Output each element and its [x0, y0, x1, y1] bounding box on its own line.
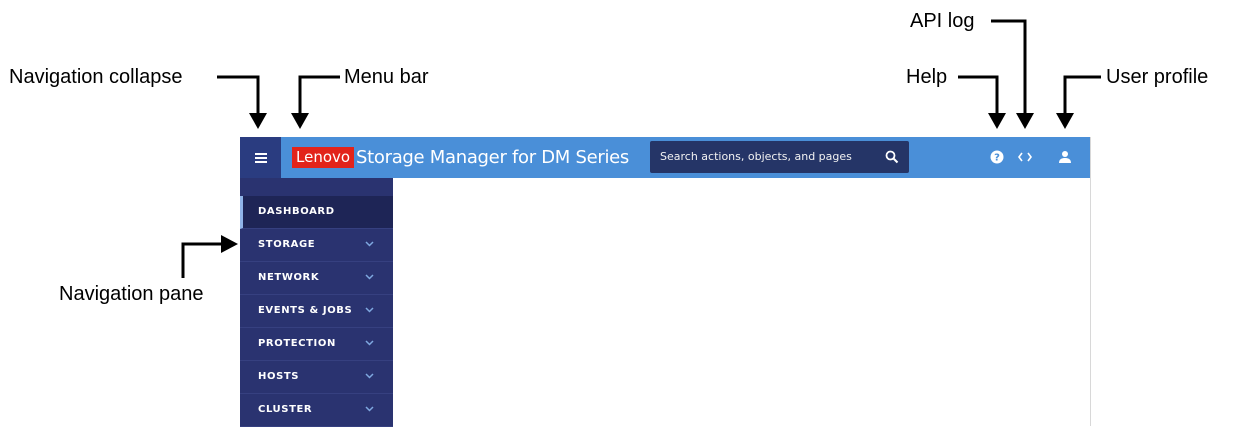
sidebar-item-label: NETWORK: [258, 272, 320, 283]
chevron-down-icon: [365, 307, 374, 313]
callout-navigation-collapse: Navigation collapse: [9, 66, 183, 88]
lenovo-logo: Lenovo: [292, 147, 355, 168]
arrow-navigation-collapse: [217, 75, 260, 114]
user-profile-button[interactable]: [1055, 147, 1075, 167]
sidebar-item-protection[interactable]: PROTECTION: [240, 328, 393, 361]
sidebar-item-hosts[interactable]: HOSTS: [240, 361, 393, 394]
user-icon: [1059, 151, 1071, 163]
callout-api-log: API log: [910, 10, 975, 32]
sidebar-item-cluster[interactable]: CLUSTER: [240, 394, 393, 427]
arrow-api-log: [991, 19, 1027, 114]
chevron-down-icon: [365, 241, 374, 247]
product-title: Storage Manager for DM Series: [356, 147, 630, 168]
navigation-collapse-button[interactable]: [240, 137, 281, 178]
menu-bar: Lenovo Storage Manager for DM Series Sea…: [240, 137, 1090, 178]
navigation-pane: DASHBOARD STORAGE NETWORK EVENTS & JOBS PROT…: [240, 178, 393, 427]
sidebar-item-label: EVENTS & JOBS: [258, 305, 353, 316]
callout-user-profile: User profile: [1106, 66, 1209, 88]
callout-help: Help: [906, 66, 948, 88]
app-window: Lenovo Storage Manager for DM Series Sea…: [240, 137, 1091, 427]
sidebar-item-label: HOSTS: [258, 371, 300, 382]
search-icon: [885, 150, 899, 164]
arrowhead-user-profile: [1056, 113, 1074, 129]
menu-icon: [254, 153, 267, 163]
code-icon: [1018, 152, 1032, 162]
chevron-down-icon: [365, 373, 374, 379]
chevron-down-icon: [365, 406, 374, 412]
arrowhead-api-log: [1016, 113, 1034, 129]
arrowhead-navigation-pane: [221, 235, 238, 253]
sidebar-item-label: DASHBOARD: [258, 206, 335, 217]
chevron-down-icon: [365, 274, 374, 280]
arrowhead-navigation-collapse: [249, 113, 267, 129]
sidebar-item-label: PROTECTION: [258, 338, 336, 349]
sidebar-item-events-jobs[interactable]: EVENTS & JOBS: [240, 295, 393, 328]
arrowhead-menu-bar: [291, 113, 309, 129]
arrow-help: [958, 75, 999, 114]
chevron-down-icon: [365, 340, 374, 346]
help-icon: ?: [990, 150, 1004, 164]
search-input[interactable]: Search actions, objects, and pages: [650, 141, 909, 173]
api-log-button[interactable]: [1015, 147, 1035, 167]
arrow-user-profile: [1063, 75, 1101, 114]
sidebar-item-network[interactable]: NETWORK: [240, 262, 393, 295]
arrowhead-help: [988, 113, 1006, 129]
sidebar-item-label: STORAGE: [258, 239, 316, 250]
search-placeholder: Search actions, objects, and pages: [660, 150, 852, 163]
svg-text:?: ?: [994, 153, 1000, 164]
help-button[interactable]: ?: [987, 147, 1007, 167]
arrow-navigation-pane: [181, 242, 222, 278]
callout-menu-bar: Menu bar: [344, 66, 429, 88]
sidebar-item-label: CLUSTER: [258, 404, 313, 415]
arrow-menu-bar: [298, 75, 340, 114]
sidebar-item-storage[interactable]: STORAGE: [240, 229, 393, 262]
callout-navigation-pane: Navigation pane: [59, 283, 204, 305]
sidebar-item-dashboard[interactable]: DASHBOARD: [240, 196, 393, 229]
nav-list: DASHBOARD STORAGE NETWORK EVENTS & JOBS PROT…: [240, 196, 393, 427]
